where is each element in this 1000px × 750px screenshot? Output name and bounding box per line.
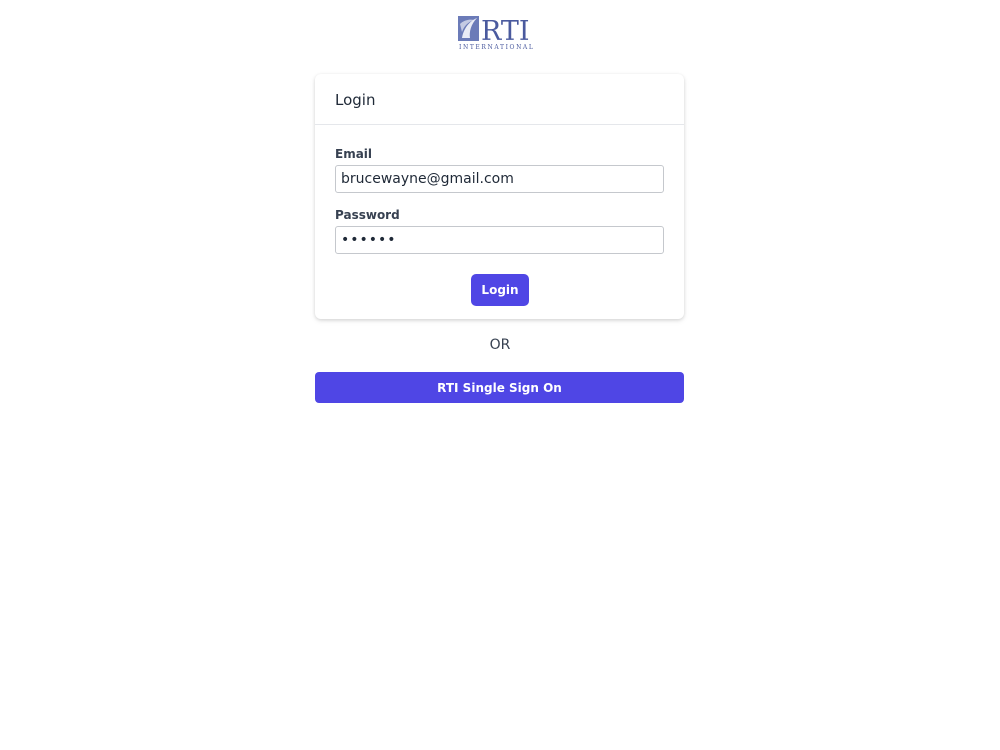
login-card-header: Login [315,74,684,125]
login-card: Login Email Password Login [315,74,684,319]
or-divider: OR [489,337,511,353]
email-label: Email [335,147,373,161]
password-input[interactable] [335,226,664,254]
login-page: RTI INTERNATIONAL Login Email Password L… [0,0,1000,750]
svg-text:INTERNATIONAL: INTERNATIONAL [459,44,534,51]
rti-logo: RTI INTERNATIONAL [458,14,542,52]
rti-logo-icon: RTI INTERNATIONAL [458,16,534,51]
email-input[interactable] [335,165,664,193]
svg-text:RTI: RTI [481,16,530,47]
login-card-title: Login [335,91,376,109]
sso-button[interactable]: RTI Single Sign On [315,372,684,403]
password-label: Password [335,208,400,222]
login-button[interactable]: Login [471,274,529,306]
